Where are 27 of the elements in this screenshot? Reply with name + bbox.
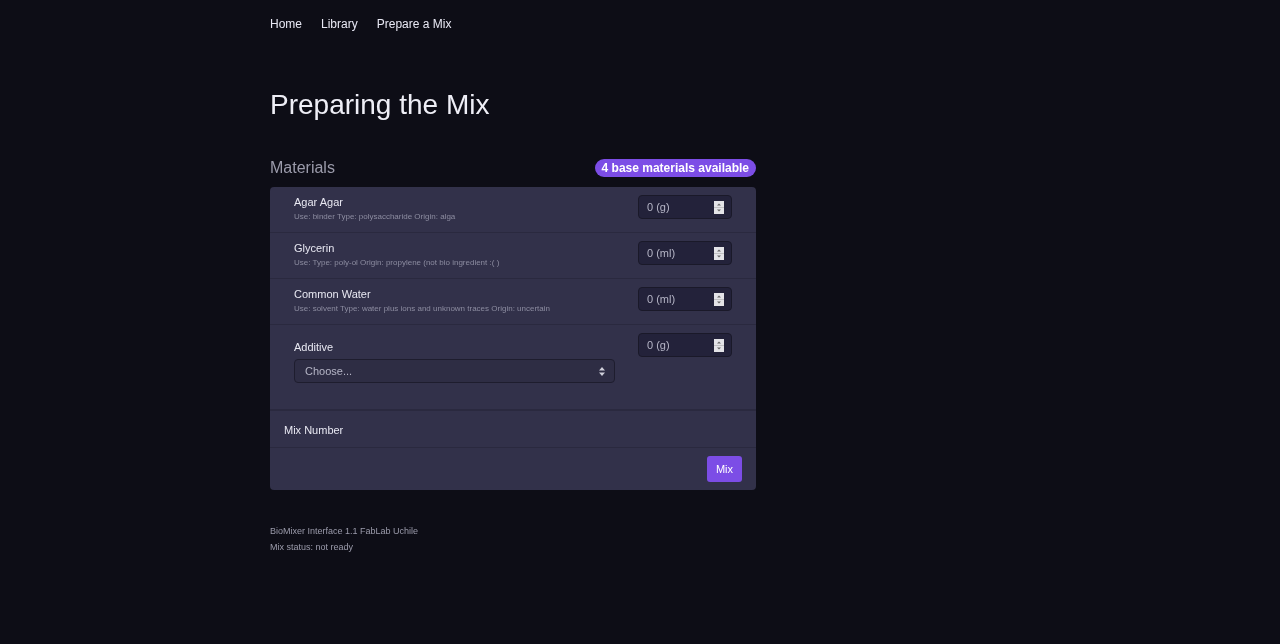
- nav-link[interactable]: Prepare a Mix: [376, 17, 452, 31]
- section-heading: Materials: [270, 159, 335, 177]
- spinner-icon: [714, 339, 724, 352]
- mix-button[interactable]: Mix: [706, 456, 742, 482]
- material-description: Use: binder Type: polysaccharide Origin: alga: [294, 212, 456, 221]
- spinner-icon: [714, 201, 724, 214]
- footer-text: Mix status: not ready: [270, 542, 355, 552]
- nav-link[interactable]: Home: [270, 17, 302, 31]
- material-name: Glycerin: [294, 242, 336, 254]
- amount-input[interactable]: 0 (g): [638, 195, 732, 219]
- material-description: Use: solvent Type: water plus ions and unknown traces Origin: uncertain: [294, 304, 550, 313]
- footer-text: BioMixer Interface 1.1 FabLab Uchile: [270, 526, 420, 536]
- additive-select[interactable]: Choose...: [294, 359, 615, 383]
- spinner-icon: [714, 247, 724, 260]
- material-name: Agar Agar: [294, 196, 344, 208]
- amount-input[interactable]: 0 (ml): [638, 241, 732, 265]
- material-name: Common Water: [294, 288, 372, 300]
- page-title: Preparing the Mix: [270, 89, 491, 121]
- nav-link[interactable]: Library: [321, 17, 358, 31]
- amount-input[interactable]: 0 (g): [638, 333, 732, 357]
- spinner-icon: [714, 293, 724, 306]
- mix-number-label: Mix Number: [284, 424, 344, 436]
- count-badge: 4 base materials available: [594, 159, 756, 177]
- material-name: Additive: [294, 341, 335, 353]
- material-description: Use: Type: poly-ol Origin: propylene (not bio ingredient :( ): [294, 258, 500, 267]
- amount-input[interactable]: 0 (ml): [638, 287, 732, 311]
- sort-caret-icon: [599, 366, 605, 376]
